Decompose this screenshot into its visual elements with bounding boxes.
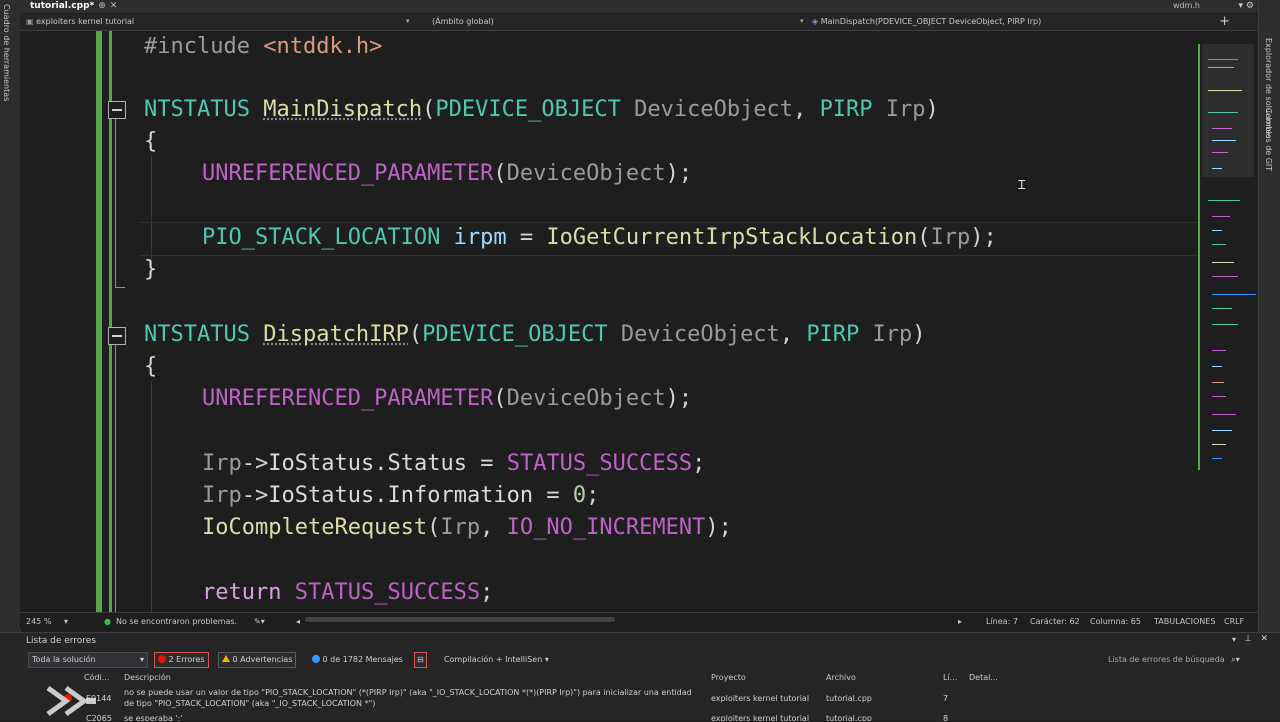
chevron-down-icon: ▾ [544,655,549,664]
pin-icon[interactable]: ⊕ [98,1,106,11]
scope-dropdown[interactable]: (Ámbito global) [432,17,494,26]
pin-icon[interactable]: ⊥ [1244,634,1252,644]
code-close-brace: } [144,257,158,282]
tab-overflow-icon[interactable]: ▾ ⚙ [1239,0,1254,12]
project-dropdown[interactable]: ▣ exploiters kernel tutorial [26,17,134,26]
code-line-stack-location: PIO_STACK_LOCATION irpm = IoGetCurrentIr… [202,225,997,250]
char-indicator[interactable]: Carácter: 62 [1030,617,1080,626]
code-line-complete-request: IoCompleteRequest(Irp, IO_NO_INCREMENT); [202,515,732,540]
code-open-brace: { [144,129,158,154]
error-file: tutorial.cpp [826,694,872,703]
chevron-down-icon[interactable]: ▾ [64,617,68,626]
code-line-unref-2: UNREFERENCED_PARAMETER(DeviceObject); [202,386,693,411]
column-header-details[interactable]: Detal... [969,673,998,682]
tab-wdm-h[interactable]: wdm.h [1173,0,1200,12]
info-icon [312,655,320,663]
fold-range-line [115,345,116,612]
member-dropdown[interactable]: ◈ MainDispatch(PDEVICE_OBJECT DeviceObje… [812,17,1041,26]
code-line-information: Irp->IoStatus.Information = 0; [202,483,600,508]
code-editor[interactable]: #include <ntddk.h> NTSTATUS MainDispatch… [20,31,1200,612]
overlay-logo [46,685,98,717]
column-indicator[interactable]: Columna: 65 [1090,617,1141,626]
chevron-down-icon[interactable]: ▾ [800,17,804,25]
clear-filter-icon[interactable]: ⊟ [414,652,427,668]
project-icon: ▣ [26,17,34,26]
tabs-indicator[interactable]: TABULACIONES [1154,617,1215,626]
column-header-description[interactable]: Descripción [124,673,171,682]
error-list-title: Lista de errores [26,636,97,646]
build-filter-select[interactable]: Compilación + IntelliSen ▾ [440,652,553,668]
tab-tutorial-cpp[interactable]: tutorial.cpp* ⊕ ✕ [26,0,121,13]
scope-select[interactable]: Toda la solución ▾ [28,652,148,668]
code-line-dispatchIRP-signature: NTSTATUS DispatchIRP(PDEVICE_OBJECT Devi… [144,322,926,347]
issues-status[interactable]: No se encontraron problemas. [116,617,237,626]
text-cursor-icon: Ꮖ [1018,178,1026,192]
fold-end-tick [115,287,125,288]
chevron-down-icon[interactable]: ▾ [406,17,410,25]
panel-menu-icon[interactable]: ▾ [1232,635,1236,644]
code-line-status: Irp->IoStatus.Status = STATUS_SUCCESS; [202,451,706,476]
toolbox-side-panel[interactable]: Cuadro de herramientas [0,0,21,632]
navigation-bar: ▣ exploiters kernel tutorial ▾ (Ámbito g… [20,14,1258,31]
tab-label: tutorial.cpp* [30,1,95,11]
scroll-right-icon[interactable]: ▸ [958,617,962,626]
error-description-cont: de tipo "PIO_STACK_LOCATION" (aka "_IO_S… [124,699,376,708]
code-line-mainDispatch-signature: NTSTATUS MainDispatch(PDEVICE_OBJECT Dev… [144,97,939,122]
warnings-filter-button[interactable]: 0 Advertencias [218,652,297,668]
error-icon [158,655,166,663]
code-line-unref-1: UNREFERENCED_PARAMETER(DeviceObject); [202,161,693,186]
minimap[interactable] [1200,44,1258,470]
search-icon: ⌕▾ [1231,655,1240,664]
fold-range-line [115,119,116,287]
column-header-code[interactable]: Códi... [84,673,109,682]
fold-toggle[interactable] [108,327,126,345]
zoom-level[interactable]: 245 % [26,617,51,626]
error-project: exploiters kernel tutorial [711,694,810,703]
horizontal-scrollbar-thumb[interactable] [305,617,615,622]
right-side-panel: Explorador de soluciones Cambios de GIT [1258,0,1280,632]
close-icon[interactable]: ✕ [110,1,118,11]
error-line: 7 [943,694,949,703]
fold-toggle[interactable] [108,101,126,119]
column-header-line[interactable]: Lí... [943,673,957,682]
close-icon[interactable]: ✕ [1260,634,1268,644]
eol-indicator[interactable]: CRLF [1224,617,1244,626]
indent-guide [151,381,152,612]
brush-icon[interactable]: ✎▾ [254,617,265,626]
toolbox-label[interactable]: Cuadro de herramientas [2,4,11,101]
code-line-include: #include <ntddk.h> [144,34,383,59]
git-changes-tab[interactable]: Cambios de GIT [1264,108,1273,171]
column-header-project[interactable]: Proyecto [711,673,746,682]
code-line-return: return STATUS_SUCCESS; [202,580,494,605]
change-margin [96,31,102,612]
table-row[interactable]: E0144 no se puede usar un valor de tipo … [60,685,1258,711]
check-circle-icon: ● [104,617,111,626]
code-open-brace: { [144,354,158,379]
line-indicator[interactable]: Línea: 7 [986,617,1018,626]
messages-filter-button[interactable]: 0 de 1782 Mensajes [308,652,407,668]
add-icon[interactable]: + [1219,14,1230,29]
error-list-panel: Lista de errores ▾ ⊥ ✕ Toda la solución ▾… [0,632,1280,721]
column-header-file[interactable]: Archivo [826,673,856,682]
editor-status-bar: 245 % ▾ ● No se encontraron problemas. ✎… [20,612,1258,629]
scroll-left-icon[interactable]: ◂ [296,617,300,626]
tab-bar: tutorial.cpp* ⊕ ✕ wdm.h ▾ ⚙ [20,0,1258,13]
errors-filter-button[interactable]: 2 Errores [154,652,209,668]
method-icon: ◈ [812,17,819,26]
warning-icon [222,655,230,662]
minimap-viewport[interactable] [1202,44,1254,177]
error-description: no se puede usar un valor de tipo "PIO_S… [124,688,692,697]
chevron-down-icon: ▾ [139,655,144,664]
error-search-input[interactable]: Lista de errores de búsqueda ⌕▾ [1104,652,1262,668]
